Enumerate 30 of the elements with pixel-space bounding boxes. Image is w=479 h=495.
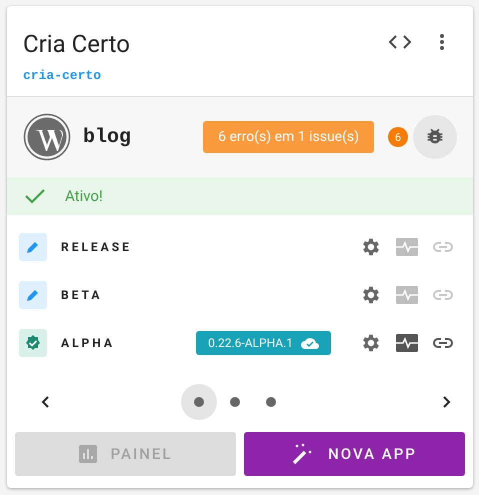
app-slug: cria-certo [23, 68, 102, 83]
environment-name: BETA [61, 288, 102, 302]
new-app-button[interactable]: NOVA APP [244, 432, 465, 476]
status-text: Ativo! [65, 187, 103, 205]
version-badge[interactable]: 0.22.6-ALPHA.1 [196, 331, 331, 355]
page-dot[interactable] [181, 384, 217, 420]
bug-button[interactable] [413, 115, 457, 159]
monitor-icon[interactable] [396, 334, 418, 352]
settings-icon[interactable] [360, 236, 382, 258]
edit-icon [19, 233, 47, 261]
error-count-badge: 6 [388, 127, 408, 147]
magic-wand-icon [292, 443, 314, 465]
more-icon[interactable] [439, 33, 445, 51]
settings-icon[interactable] [360, 284, 382, 306]
code-icon[interactable] [389, 35, 411, 49]
edit-icon [19, 281, 47, 309]
verified-icon [19, 329, 47, 357]
environment-name: RELEASE [61, 240, 132, 254]
chevron-left-icon[interactable] [41, 396, 49, 408]
chart-icon [78, 445, 97, 463]
errors-button[interactable]: 6 erro(s) em 1 issue(s) [203, 121, 374, 153]
settings-icon[interactable] [360, 332, 382, 354]
chevron-right-icon[interactable] [443, 396, 451, 408]
cloud-done-icon [301, 337, 319, 349]
environment-name: ALPHA [61, 336, 115, 350]
app-title: Cria Certo [23, 30, 131, 58]
check-icon [25, 188, 45, 204]
link-icon[interactable] [433, 337, 453, 349]
site-name: blog [83, 126, 132, 148]
wordpress-logo-icon [23, 113, 71, 161]
